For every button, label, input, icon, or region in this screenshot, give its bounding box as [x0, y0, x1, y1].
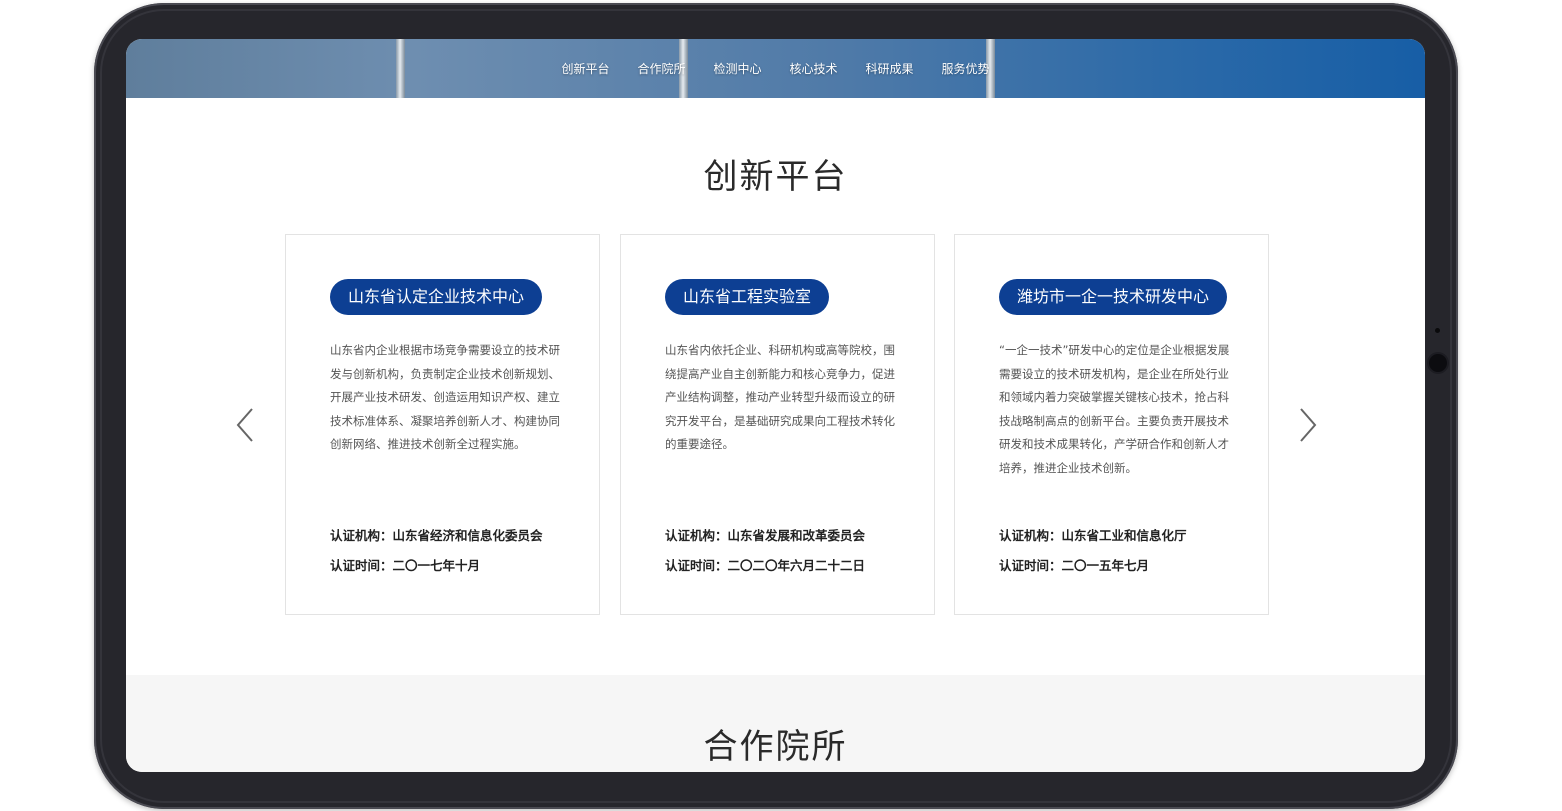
card-authority: 认证机构：山东省工业和信息化厅 — [999, 528, 1187, 543]
nav-item-research-results[interactable]: 科研成果 — [866, 60, 914, 77]
nav-item-partner-institutes[interactable]: 合作院所 — [637, 60, 685, 77]
card-date: 认证时间：二〇二〇年六月二十二日 — [665, 558, 866, 573]
platform-card: 山东省工程实验室 山东省内依托企业、科研机构或高等院校，围绕提高产业自主创新能力… — [620, 234, 935, 615]
nav-item-innovation-platform[interactable]: 创新平台 — [561, 60, 609, 77]
partner-institutes-section: 合作院所 — [126, 675, 1425, 772]
screen: 创新平台 合作院所 检测中心 核心技术 科研成果 服务优势 创新平台 山东省认定… — [126, 39, 1425, 772]
camera-icon — [1429, 354, 1447, 372]
header-banner: 创新平台 合作院所 检测中心 核心技术 科研成果 服务优势 — [126, 39, 1425, 98]
card-description: “一企一技术”研发中心的定位是企业根据发展需要设立的技术研发机构，是企业在所处行… — [999, 343, 1230, 475]
carousel-next-button[interactable] — [1293, 405, 1321, 445]
card-date: 认证时间：二〇一五年七月 — [999, 558, 1150, 573]
platform-card: 山东省认定企业技术中心 山东省内企业根据市场竞争需要设立的技术研发与创新机构，负… — [285, 234, 600, 615]
nav-item-testing-center[interactable]: 检测中心 — [713, 60, 761, 77]
card-date: 认证时间：二〇一七年十月 — [330, 558, 481, 573]
card-description: 山东省内企业根据市场竞争需要设立的技术研发与创新机构，负责制定企业技术创新规划、… — [330, 343, 560, 451]
card-title-badge: 山东省工程实验室 — [665, 279, 830, 315]
card-authority: 认证机构：山东省发展和改革委员会 — [665, 528, 866, 543]
platform-card: 潍坊市一企一技术研发中心 “一企一技术”研发中心的定位是企业根据发展需要设立的技… — [954, 234, 1269, 615]
card-title-badge: 山东省认定企业技术中心 — [330, 279, 543, 315]
section-title: 合作院所 — [703, 727, 848, 767]
chevron-left-icon — [236, 408, 253, 442]
nav-item-service-advantages[interactable]: 服务优势 — [942, 60, 990, 77]
card-description: 山东省内依托企业、科研机构或高等院校，围绕提高产业自主创新能力和核心竞争力，促进… — [665, 343, 895, 451]
card-title-badge: 潍坊市一企一技术研发中心 — [999, 279, 1228, 315]
section-title: 创新平台 — [703, 157, 848, 197]
chevron-right-icon — [1300, 408, 1317, 442]
top-nav: 创新平台 合作院所 检测中心 核心技术 科研成果 服务优势 — [126, 39, 1425, 98]
nav-item-core-technology[interactable]: 核心技术 — [790, 60, 838, 77]
sensor-dot — [1435, 328, 1440, 333]
carousel-prev-button[interactable] — [232, 405, 260, 445]
card-authority: 认证机构：山东省经济和信息化委员会 — [330, 528, 543, 543]
